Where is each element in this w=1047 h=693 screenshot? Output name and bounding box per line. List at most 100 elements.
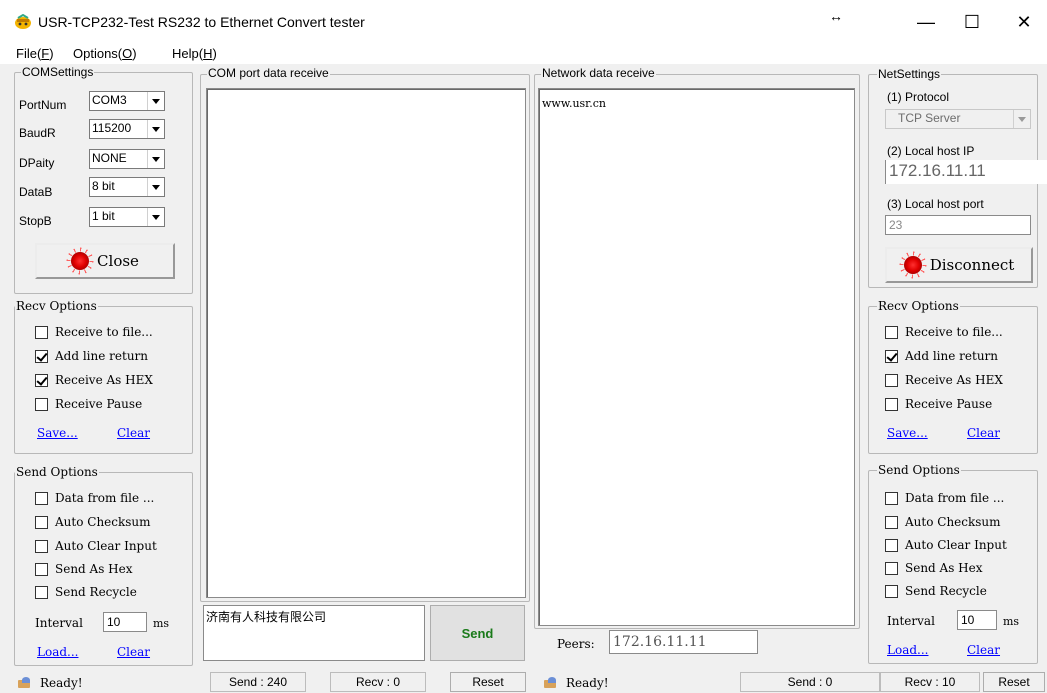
peers-select[interactable]: 172.16.11.11 [609, 630, 758, 654]
left-receive-as-hex-checkbox[interactable]: Receive As HEX [35, 373, 153, 387]
right-add-line-return-checkbox[interactable]: Add line return [885, 349, 998, 363]
right-data-from-file-checkbox[interactable]: Data from file ... [885, 491, 1004, 505]
left-load-link[interactable]: Load... [37, 645, 78, 659]
left-save-link[interactable]: Save... [37, 426, 78, 440]
databits-value: 8 bit [92, 179, 115, 193]
right-ready-status: Ready! [544, 676, 609, 690]
port-select[interactable]: COM3 [89, 91, 165, 111]
stopbits-value: 1 bit [92, 209, 115, 223]
right-auto-checksum-checkbox[interactable]: Auto Checksum [885, 515, 1001, 529]
local-ip-input[interactable]: 172.16.11.11 [885, 160, 1047, 184]
parity-value: NONE [92, 151, 127, 165]
minimize-button[interactable]: — [903, 0, 949, 44]
checkbox-box [885, 515, 898, 529]
title-bar[interactable]: USR-TCP232-Test RS232 to Ethernet Conver… [0, 0, 1047, 44]
databits-select[interactable]: 8 bit [89, 177, 165, 197]
ready-pencil-icon [544, 677, 558, 689]
network-receive-content: www.usr.cn [542, 97, 606, 110]
net-settings-group: NetSettings (1) Protocol TCP Server (2) … [868, 67, 1047, 288]
left-data-from-file-checkbox[interactable]: Data from file ... [35, 491, 154, 505]
right-auto-clear-input-checkbox[interactable]: Auto Clear Input [885, 538, 1007, 552]
status-led-icon [71, 252, 90, 270]
send-button[interactable]: Send [430, 605, 525, 661]
checkbox-label: Auto Checksum [905, 515, 1001, 529]
right-reset-button[interactable]: Reset [983, 672, 1045, 692]
right-recv-clear-link[interactable]: Clear [967, 426, 1000, 440]
menu-options-paren: ) [132, 46, 137, 61]
checkbox-box [35, 585, 48, 599]
com-receive-group: COM port data receive [200, 66, 530, 602]
parity-select[interactable]: NONE [89, 149, 165, 169]
right-receive-to-file-checkbox[interactable]: Receive to file... [885, 325, 1003, 339]
protocol-select[interactable]: TCP Server [885, 109, 1031, 129]
checkbox-box [885, 373, 898, 387]
menu-file[interactable]: File(F) [16, 46, 54, 61]
left-auto-checksum-checkbox[interactable]: Auto Checksum [35, 515, 151, 529]
net-settings-title: NetSettings [877, 67, 942, 81]
close-window-button[interactable]: ✕ [1001, 0, 1047, 44]
com-close-button[interactable]: Close [35, 243, 175, 279]
local-port-input[interactable]: 23 [885, 215, 1031, 235]
menu-options-accelerator: O [122, 46, 133, 61]
checkbox-label: Add line return [55, 349, 149, 363]
com-settings-group: COMSettings PortNum COM3 BaudR 115200 DP… [14, 65, 193, 294]
left-reset-button[interactable]: Reset [450, 672, 526, 692]
network-receive-textarea[interactable]: www.usr.cn [538, 88, 855, 626]
checkbox-box [35, 515, 48, 529]
disconnect-button[interactable]: Disconnect [885, 247, 1033, 283]
maximize-button[interactable]: ☐ [949, 0, 995, 44]
checkbox-label: Send As Hex [55, 562, 133, 576]
baud-select[interactable]: 115200 [89, 119, 165, 139]
right-interval-input[interactable]: 10 [957, 610, 997, 630]
right-send-options-title: Send Options [877, 463, 961, 477]
right-send-options-group: Send Options Data from file ... Auto Che… [868, 463, 1038, 664]
left-interval-input[interactable]: 10 [103, 612, 147, 632]
com-send-input[interactable]: 济南有人科技有限公司 [203, 605, 425, 661]
menu-help[interactable]: Help(H) [172, 46, 217, 61]
checkmark-icon [885, 349, 898, 363]
checkbox-box [35, 562, 48, 576]
right-send-clear-link[interactable]: Clear [967, 643, 1000, 657]
right-receive-pause-checkbox[interactable]: Receive Pause [885, 397, 992, 411]
left-receive-pause-checkbox[interactable]: Receive Pause [35, 397, 142, 411]
left-send-count-text: Send : 240 [228, 675, 288, 689]
left-receive-to-file-checkbox[interactable]: Receive to file... [35, 325, 153, 339]
send-button-label: Send [461, 625, 494, 641]
left-add-line-return-checkbox[interactable]: Add line return [35, 349, 148, 363]
right-send-recycle-checkbox[interactable]: Send Recycle [885, 584, 987, 598]
left-send-as-hex-checkbox[interactable]: Send As Hex [35, 562, 133, 576]
right-reset-label: Reset [998, 675, 1030, 689]
com-send-text: 济南有人科技有限公司 [206, 610, 327, 624]
app-logo-icon [15, 14, 31, 29]
peers-label: Peers: [557, 637, 595, 651]
right-save-link[interactable]: Save... [887, 426, 928, 440]
minimize-icon: — [917, 11, 935, 32]
left-auto-clear-input-checkbox[interactable]: Auto Clear Input [35, 539, 157, 553]
checkbox-label: Auto Checksum [55, 515, 151, 529]
left-send-clear-link[interactable]: Clear [117, 645, 150, 659]
baud-value: 115200 [92, 121, 132, 135]
right-receive-as-hex-checkbox[interactable]: Receive As HEX [885, 373, 1003, 387]
left-recv-clear-link[interactable]: Clear [117, 426, 150, 440]
menu-file-paren: ) [49, 46, 54, 61]
parity-label: DPaity [19, 156, 55, 170]
right-load-link[interactable]: Load... [887, 643, 928, 657]
stopbits-select[interactable]: 1 bit [89, 207, 165, 227]
window-title: USR-TCP232-Test RS232 to Ethernet Conver… [38, 14, 365, 30]
port-value: COM3 [92, 93, 127, 107]
right-send-count-text: Send : 0 [787, 675, 833, 689]
left-recv-count-text: Recv : 0 [355, 675, 400, 689]
right-send-as-hex-checkbox[interactable]: Send As Hex [885, 561, 983, 575]
left-send-recycle-checkbox[interactable]: Send Recycle [35, 585, 137, 599]
checkbox-box [885, 491, 898, 505]
checkmark-icon [35, 349, 48, 363]
chevron-down-icon [147, 208, 164, 226]
maximize-icon: ☐ [963, 11, 981, 32]
left-recv-count: Recv : 0 [330, 672, 426, 692]
menu-options[interactable]: Options(O) [73, 46, 137, 61]
port-label: PortNum [19, 98, 67, 112]
left-send-options-group: Send Options Data from file ... Auto Che… [14, 465, 193, 666]
checkbox-label: Send As Hex [905, 561, 983, 575]
checkbox-label: Auto Clear Input [55, 539, 157, 553]
com-receive-textarea[interactable] [206, 88, 526, 598]
